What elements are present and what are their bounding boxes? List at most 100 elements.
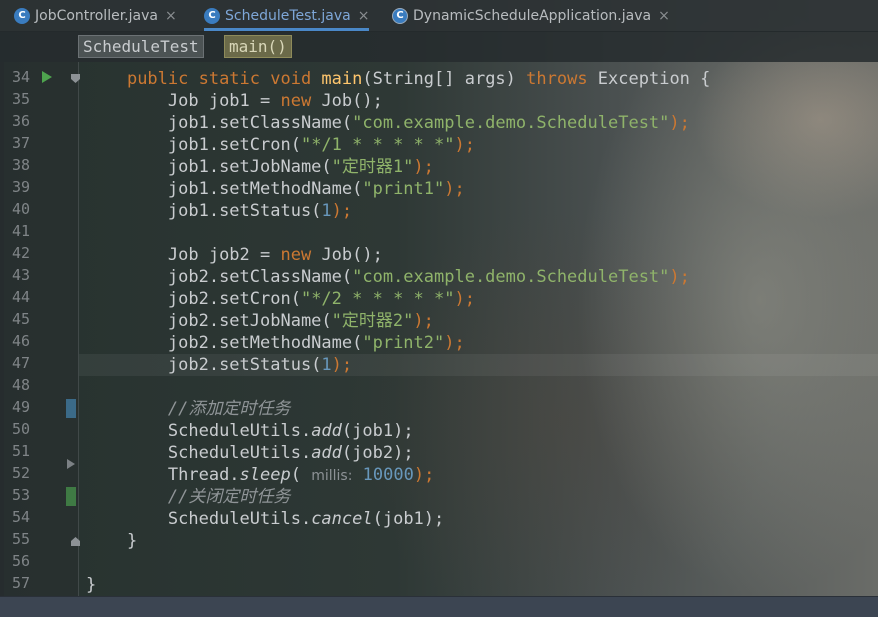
line-number: 37 (11, 134, 30, 152)
code-text: ScheduleUtils. (126, 509, 312, 529)
tab-dynamicscheduleapplication[interactable]: C DynamicScheduleApplication.java × (392, 0, 670, 31)
breadcrumb-class[interactable]: ScheduleTest (78, 35, 204, 58)
string-literal: "print2" (362, 333, 445, 353)
code-text: Job(); (311, 91, 383, 111)
line-number: 46 (11, 332, 30, 350)
code-text: ); (454, 289, 475, 309)
code-line: Job job2 = new Job(); (86, 244, 383, 266)
line-number: 41 (11, 222, 30, 240)
line-number: 56 (11, 552, 30, 570)
code-text: ); (331, 355, 353, 375)
line-number: 42 (11, 244, 30, 262)
code-text: } (126, 531, 138, 551)
code-text: job1.setCron( (126, 135, 301, 155)
tab-label: JobController.java (35, 7, 158, 24)
tab-label: DynamicScheduleApplication.java (413, 7, 652, 24)
line-number: 54 (11, 508, 30, 526)
breadcrumb-method[interactable]: main() (224, 35, 292, 58)
code-text: ); (413, 157, 434, 177)
code-comment: //添加定时任务 (86, 398, 290, 420)
code-comment: //关闭定时任务 (86, 486, 290, 508)
code-line: job2.setMethodName("print2"); (86, 332, 465, 354)
code-line: job2.setJobName("定时器2"); (86, 310, 434, 332)
run-gutter-icon[interactable] (42, 71, 52, 83)
code-text: (job1); (372, 509, 445, 529)
code-line: ScheduleUtils.cancel(job1); (86, 508, 444, 530)
code-line: public static void main(String[] args) t… (86, 68, 710, 90)
keyword: public static void (126, 69, 322, 89)
code-text: ); (454, 135, 475, 155)
code-text: ScheduleUtils. (126, 443, 312, 463)
number-literal: 1 (321, 201, 332, 221)
code-text: ); (444, 179, 465, 199)
method-name: main (321, 69, 363, 89)
line-number: 52 (11, 464, 30, 482)
string-literal: "print1" (362, 179, 445, 199)
static-method: add (311, 421, 342, 441)
code-text: (job1); (341, 421, 414, 441)
tab-jobcontroller[interactable]: C JobController.java × (14, 0, 177, 31)
code-text: Job(); (311, 245, 383, 265)
code-text: ); (331, 201, 353, 221)
code-text: job1.setClassName( (126, 113, 353, 133)
keyword: throws (526, 69, 588, 89)
code-text: Thread. (126, 465, 240, 485)
code-text: job1.setMethodName( (126, 179, 363, 199)
code-line: Job job1 = new Job(); (86, 90, 383, 112)
code-line: job1.setClassName("com.example.demo.Sche… (86, 112, 690, 134)
string-literal: "定时器1" (331, 157, 414, 177)
code-text: job2.setMethodName( (126, 333, 363, 353)
line-number: 44 (11, 288, 30, 306)
keyword: new (280, 91, 312, 111)
string-literal: "com.example.demo.ScheduleTest" (352, 267, 670, 287)
code-line: } (86, 574, 96, 596)
line-number: 48 (11, 376, 30, 394)
number-literal: 1 (321, 355, 332, 375)
close-icon[interactable]: × (358, 8, 370, 24)
code-text: job2.setClassName( (126, 267, 353, 287)
code-line: job1.setStatus(1); (86, 200, 352, 222)
code-text: ScheduleUtils. (126, 421, 312, 441)
code-text: job1.setStatus( (126, 201, 322, 221)
keyword: new (280, 245, 312, 265)
string-literal: "*/2 * * * * *" (300, 289, 455, 309)
line-number: 57 (11, 574, 30, 592)
number-literal: 10000 (352, 465, 414, 485)
code-line: job1.setJobName("定时器1"); (86, 156, 434, 178)
code-line: job2.setClassName("com.example.demo.Sche… (86, 266, 690, 288)
code-text: job2.setJobName( (126, 311, 332, 331)
line-number: 53 (11, 486, 30, 504)
code-line: } (86, 530, 137, 552)
spring-app-icon: C (392, 7, 408, 24)
code-text: } (86, 575, 97, 595)
code-text: (job2); (341, 443, 414, 463)
line-number: 43 (11, 266, 30, 284)
code-line: job2.setCron("*/2 * * * * *"); (86, 288, 475, 310)
parameter-hint: millis: (311, 468, 353, 484)
fold-collapsed-icon[interactable] (67, 459, 75, 469)
code-text: Job job1 = (126, 91, 281, 111)
code-line: job2.setStatus(1); (86, 354, 352, 376)
line-number: 36 (11, 112, 30, 130)
line-number: 50 (11, 420, 30, 438)
code-text: ( (290, 465, 312, 485)
line-number: 34 (11, 68, 30, 86)
code-text: job2.setStatus( (126, 355, 322, 375)
code-text: (String[] args) (362, 69, 527, 89)
code-line: ScheduleUtils.add(job1); (86, 420, 414, 442)
editor-tab-bar: C JobController.java × C ScheduleTest.ja… (0, 0, 878, 32)
tab-scheduletest[interactable]: C ScheduleTest.java × (204, 0, 370, 31)
static-method: sleep (239, 465, 291, 485)
code-text: ); (669, 113, 690, 133)
close-icon[interactable]: × (165, 8, 177, 24)
code-text: job1.setJobName( (126, 157, 332, 177)
close-icon[interactable]: × (658, 8, 670, 24)
string-literal: "*/1 * * * * *" (300, 135, 455, 155)
code-text: ); (444, 333, 465, 353)
code-line: ScheduleUtils.add(job2); (86, 442, 414, 464)
line-number: 47 (11, 354, 30, 372)
line-number: 38 (11, 156, 30, 174)
code-line: job1.setMethodName("print1"); (86, 178, 465, 200)
static-method: cancel (311, 509, 373, 529)
line-number: 40 (11, 200, 30, 218)
